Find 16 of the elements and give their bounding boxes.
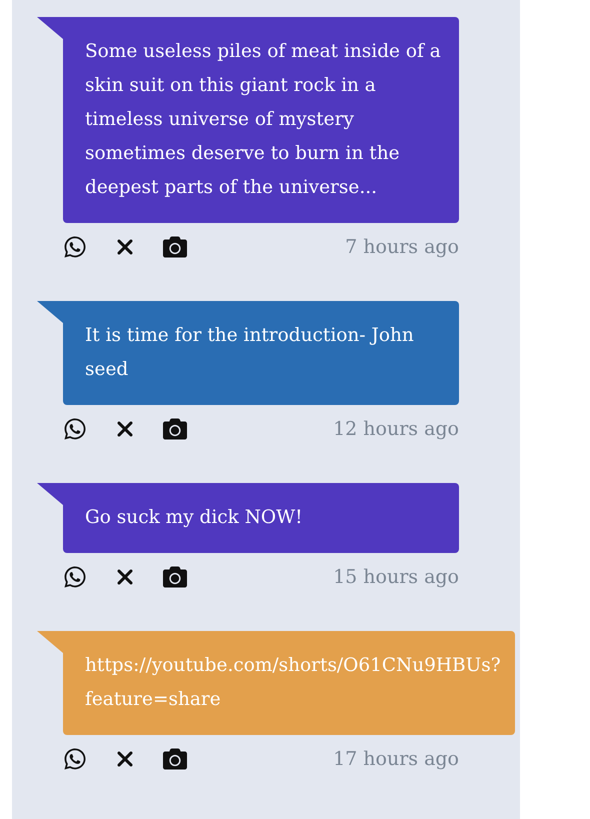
timestamp: 15 hours ago: [333, 566, 459, 588]
message-text: Some useless piles of meat inside of a skin suit on this giant rock in a timeless universe of mystery sometimes deserve to burn in the deepest parts of the universe...: [85, 41, 441, 198]
phone-bubble-icon[interactable]: [63, 235, 87, 259]
message-text: It is time for the introduction- John seed: [85, 325, 414, 380]
timestamp: 17 hours ago: [333, 748, 459, 770]
message-text: Go suck my dick NOW!: [85, 507, 303, 528]
camera-icon[interactable]: [163, 235, 187, 259]
phone-bubble-icon[interactable]: [63, 565, 87, 589]
timestamp: 12 hours ago: [333, 418, 459, 440]
phone-bubble-icon[interactable]: [63, 417, 87, 441]
phone-bubble-icon[interactable]: [63, 747, 87, 771]
camera-icon[interactable]: [163, 417, 187, 441]
camera-icon[interactable]: [163, 565, 187, 589]
timestamp: 7 hours ago: [345, 236, 459, 258]
camera-icon[interactable]: [163, 747, 187, 771]
message-text: https://youtube.com/shorts/O61CNu9HBUs?feature=share: [85, 655, 501, 710]
